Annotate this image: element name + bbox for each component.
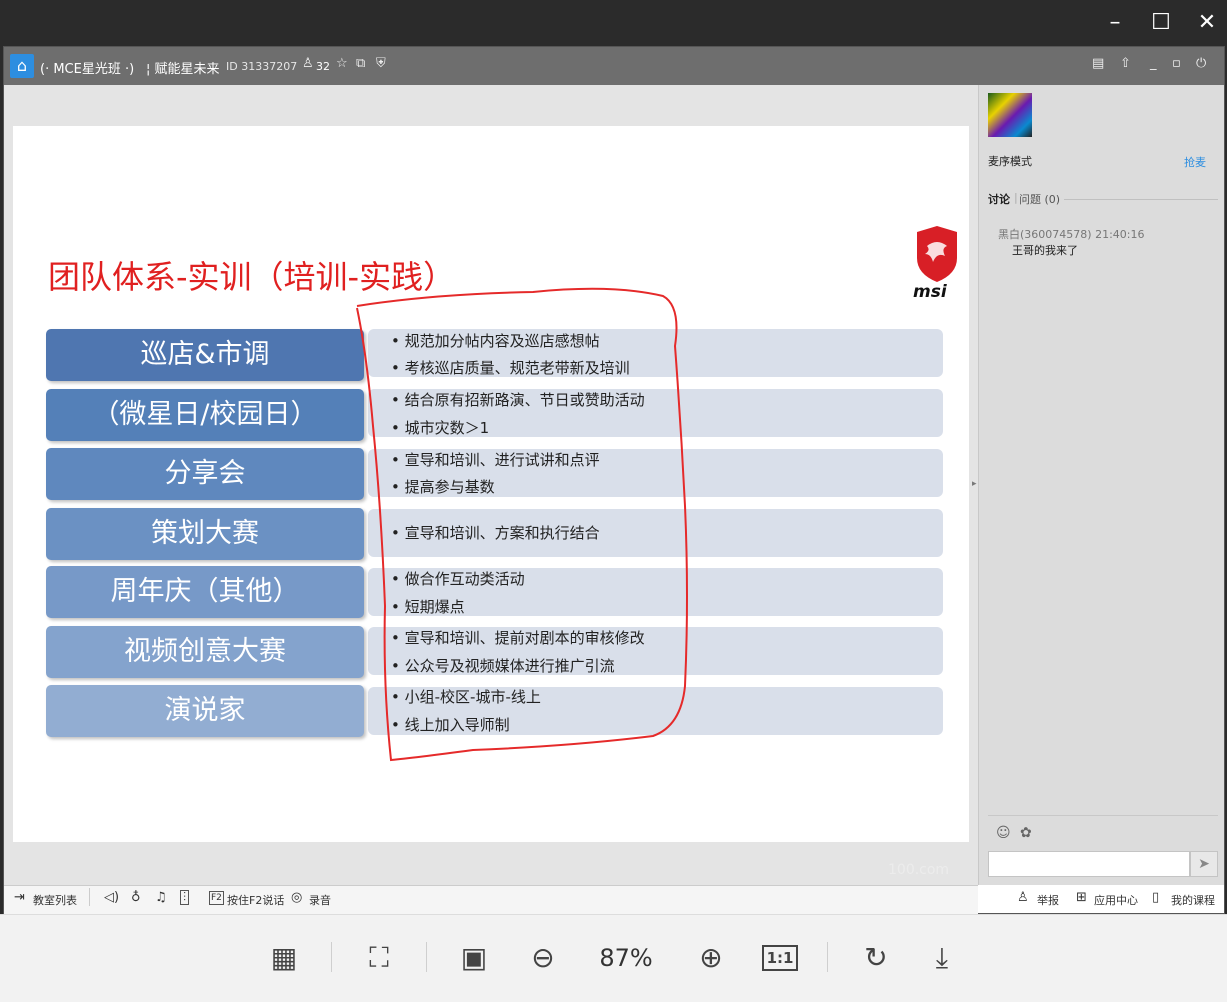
viewer-close-button[interactable]: ✕: [1190, 8, 1224, 38]
rotate-icon[interactable]: ↻: [856, 936, 896, 980]
toolbar-separator: [827, 942, 828, 972]
classroom-window: ⌂ (· MCE星光班 ·) ¦ 赋能星未来 ID 31337207 ♙ 32 …: [3, 46, 1225, 915]
room-id: ID 31337207: [226, 60, 298, 73]
my-courses-link[interactable]: 我的课程: [1171, 892, 1215, 908]
grab-mic-link[interactable]: 抢麦: [1184, 154, 1206, 170]
microphone-icon[interactable]: ♁: [131, 890, 141, 905]
watermark: 100.com: [888, 862, 950, 878]
zoom-in-icon[interactable]: ⊕: [691, 936, 731, 980]
viewer-minimize-button[interactable]: –: [1098, 8, 1132, 38]
power-icon[interactable]: ⏻: [1196, 56, 1206, 71]
room-name[interactable]: (· MCE星光班 ·): [40, 58, 134, 77]
viewer-maximize-button[interactable]: ☐: [1144, 8, 1178, 38]
user-count-icon: ♙: [302, 56, 314, 71]
mixer-icon[interactable]: ⫶: [180, 890, 190, 905]
tab-discuss[interactable]: 讨论: [988, 191, 1010, 207]
record-button[interactable]: 录音: [309, 892, 331, 908]
tab-question[interactable]: 问题 (0): [1019, 191, 1060, 207]
teacher-avatar: [988, 93, 1032, 137]
book-icon[interactable]: ▯: [1152, 890, 1159, 905]
app-center-link[interactable]: 应用中心: [1094, 892, 1138, 908]
zoom-out-icon[interactable]: ⊖: [523, 936, 563, 980]
f2-key-icon: F2: [209, 891, 224, 905]
app-center-icon[interactable]: ⊞: [1076, 890, 1087, 905]
mic-mode-label: 麦序模式: [988, 155, 1032, 168]
star-icon[interactable]: ☆: [336, 56, 348, 71]
collapse-panel-arrow-icon[interactable]: ▸: [972, 479, 977, 489]
report-icon[interactable]: ♙: [1017, 890, 1029, 905]
speaker-icon[interactable]: ◁): [104, 890, 119, 905]
layout-icon[interactable]: ▦: [264, 936, 304, 980]
app-minimize-button[interactable]: _: [1150, 56, 1157, 71]
record-icon[interactable]: ◎: [291, 890, 302, 905]
chat-message-meta: 黑白(360074578) 21:40:16: [998, 228, 1145, 241]
app-header: ⌂ (· MCE星光班 ·) ¦ 赋能星未来 ID 31337207 ♙ 32 …: [4, 47, 1224, 85]
report-link[interactable]: 举报: [1037, 892, 1059, 908]
slide: 团队体系-实训（培训-实践） msi 巡店&市调 （微星日/校园日） 分享会 策…: [13, 126, 969, 878]
flower-icon[interactable]: ✿: [1020, 825, 1032, 841]
share-icon[interactable]: ⇧: [1120, 56, 1131, 71]
exit-fullscreen-icon[interactable]: ⛶: [359, 936, 399, 980]
shield-icon[interactable]: ⛨: [376, 56, 386, 71]
viewer-titlebar: [0, 0, 1227, 46]
actual-size-label: 1:1: [761, 945, 799, 971]
app-bottom-bar: [4, 885, 978, 915]
app-restore-button[interactable]: ▫: [1172, 56, 1181, 71]
actual-size-button[interactable]: 1:1: [760, 936, 800, 980]
tabs-divider: [1064, 199, 1218, 200]
group-name: ¦ 赋能星未来: [146, 62, 220, 77]
exit-icon[interactable]: ⇥: [14, 890, 25, 905]
notes-icon[interactable]: ▤: [1092, 56, 1104, 71]
emoji-icon[interactable]: ☺: [996, 825, 1011, 841]
slide-area: 团队体系-实训（培训-实践） msi 巡店&市调 （微星日/校园日） 分享会 策…: [4, 85, 978, 885]
chat-input[interactable]: [988, 851, 1190, 877]
chat-message-text: 王哥的我来了: [1012, 244, 1078, 257]
classroom-list-link[interactable]: 教室列表: [33, 892, 77, 908]
toolbar-separator: [331, 942, 332, 972]
home-icon[interactable]: ⌂: [10, 54, 34, 78]
tab-separator: |: [1014, 191, 1018, 204]
zoom-level: 87%: [599, 944, 653, 972]
send-icon[interactable]: ➤: [1190, 851, 1218, 877]
chat-divider: [988, 815, 1218, 816]
side-panel: [978, 85, 1224, 885]
download-icon[interactable]: ⤓: [922, 936, 962, 980]
toolbar-separator: [426, 942, 427, 972]
fullscreen-icon[interactable]: ▣: [454, 936, 494, 980]
red-pen-annotation: [356, 287, 688, 762]
hold-to-talk-button[interactable]: 按住F2说话: [227, 892, 284, 908]
user-count: 32: [316, 60, 330, 73]
music-icon[interactable]: ♫: [155, 890, 167, 905]
separator: [89, 888, 90, 906]
copy-icon[interactable]: ⧉: [356, 56, 365, 71]
